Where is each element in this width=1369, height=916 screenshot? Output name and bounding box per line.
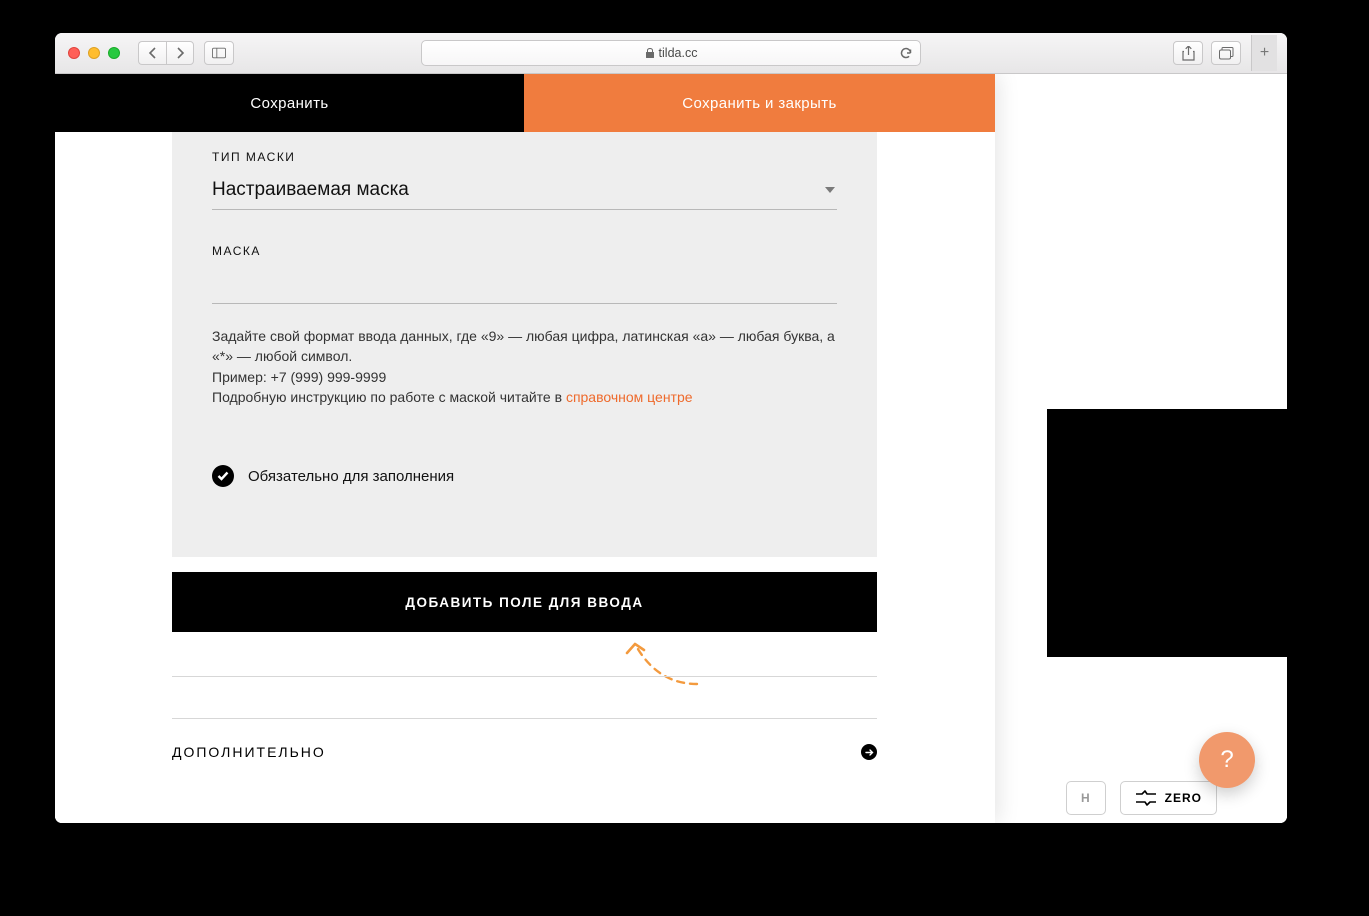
new-tab-button[interactable]: + (1251, 35, 1277, 71)
zero-icon (1135, 790, 1157, 806)
viewport: ВСЕ БЛОКИ Обложка| Заголовок: средний| Л… (55, 74, 1287, 823)
annotation-arrow-icon (577, 629, 707, 687)
arrow-right-circle-icon (861, 744, 877, 760)
additional-section-toggle[interactable]: ДОПОЛНИТЕЛЬНО (172, 737, 877, 767)
nav-group (138, 41, 194, 65)
mask-input[interactable] (212, 264, 837, 303)
help-center-link[interactable]: справочном центре (566, 389, 693, 405)
preview-button[interactable]: Н (1066, 781, 1106, 815)
mask-help-text: Задайте свой формат ввода данных, где «9… (212, 326, 837, 407)
preview-dark-area (1047, 409, 1287, 657)
required-row[interactable]: Обязательно для заполнения (212, 465, 837, 487)
address-text: tilda.cc (659, 46, 698, 60)
zero-button[interactable]: ZERO (1120, 781, 1217, 815)
minimize-window-icon[interactable] (88, 47, 100, 59)
field-settings-panel: ТИП МАСКИ Настраиваемая маска МАСКА Зада… (172, 132, 877, 557)
zoom-window-icon[interactable] (108, 47, 120, 59)
add-input-field-button[interactable]: ДОБАВИТЬ ПОЛЕ ДЛЯ ВВОДА (172, 572, 877, 632)
checkmark-icon (212, 465, 234, 487)
sidebar-toggle-button[interactable] (204, 41, 234, 65)
save-button[interactable]: Сохранить (55, 74, 524, 132)
mask-type-select[interactable]: Настраиваемая маска (212, 170, 837, 210)
settings-modal: Сохранить Сохранить и закрыть ТИП МАСКИ … (55, 74, 995, 823)
right-toolbar: + (1173, 35, 1277, 71)
address-bar[interactable]: tilda.cc (421, 40, 921, 66)
browser-chrome: tilda.cc + (55, 33, 1287, 74)
share-button[interactable] (1173, 41, 1203, 65)
tabs-button[interactable] (1211, 41, 1241, 65)
mask-input-wrap (212, 264, 837, 304)
save-and-close-button[interactable]: Сохранить и закрыть (524, 74, 995, 132)
back-button[interactable] (138, 41, 166, 65)
additional-section-label: ДОПОЛНИТЕЛЬНО (172, 744, 326, 760)
browser-window: tilda.cc + ВСЕ БЛОКИ Обложка| Заголовок:… (55, 33, 1287, 823)
divider (172, 676, 877, 677)
reload-icon[interactable] (900, 47, 912, 59)
mask-label: МАСКА (212, 244, 837, 258)
chevron-down-icon (825, 187, 835, 193)
preview-buttons: Н ZERO (1066, 781, 1217, 815)
lock-icon (645, 47, 655, 59)
window-controls (68, 47, 120, 59)
help-fab-button[interactable]: ? (1199, 732, 1255, 788)
mask-type-label: ТИП МАСКИ (212, 150, 837, 164)
close-window-icon[interactable] (68, 47, 80, 59)
required-label: Обязательно для заполнения (248, 468, 454, 485)
modal-header: Сохранить Сохранить и закрыть (55, 74, 995, 132)
divider (172, 718, 877, 719)
mask-type-value: Настраиваемая маска (212, 179, 409, 201)
forward-button[interactable] (166, 41, 194, 65)
